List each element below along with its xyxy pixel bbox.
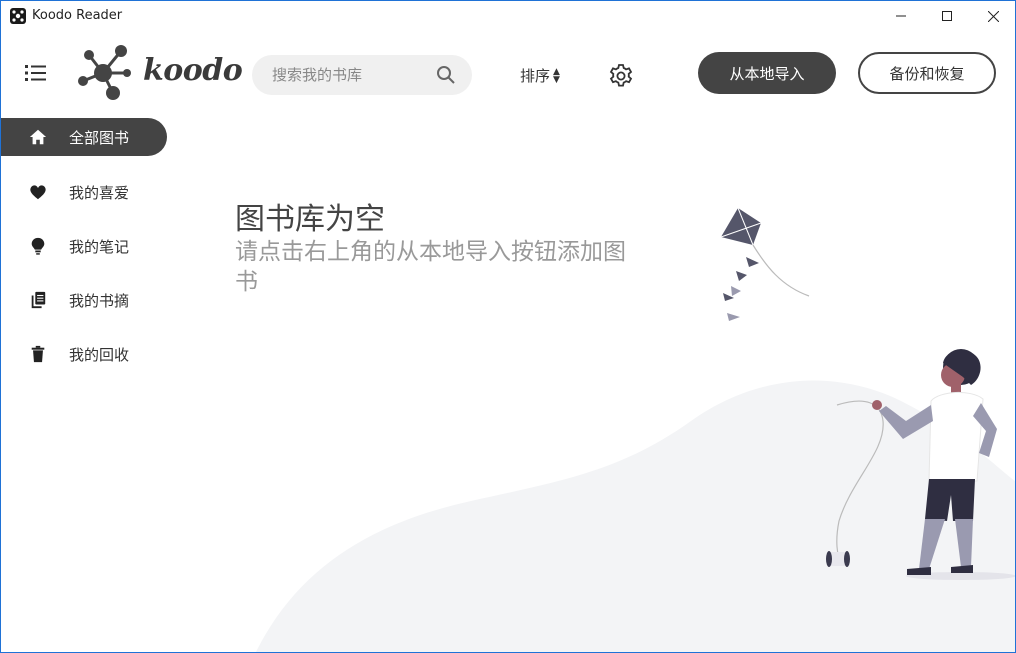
sidebar-item-favorites[interactable]: 我的喜爱	[1, 173, 167, 211]
sort-button[interactable]: 排序 ▲ ▼	[520, 65, 560, 86]
close-icon	[987, 10, 999, 22]
person-figure	[872, 349, 1015, 580]
logo-wordmark: koodo	[143, 53, 243, 88]
sidebar-item-trash[interactable]: 我的回收	[1, 335, 167, 373]
window-title: Koodo Reader	[32, 8, 123, 23]
maximize-button[interactable]	[924, 1, 970, 31]
spool-icon	[826, 551, 850, 567]
minimize-icon	[896, 15, 906, 17]
sidebar-item-notes[interactable]: 我的笔记	[1, 227, 167, 265]
trash-icon	[28, 344, 48, 364]
sidebar-item-label: 我的笔记	[69, 238, 130, 256]
lightbulb-icon	[28, 236, 48, 256]
minimize-button[interactable]	[878, 1, 924, 31]
import-from-local-button[interactable]: 从本地导入	[698, 52, 836, 94]
empty-library-hint: 请点击右上角的从本地导入按钮添加图书	[235, 239, 626, 295]
title-bar: Koodo Reader	[1, 1, 1015, 31]
sidebar-item-label: 我的喜爱	[69, 184, 130, 202]
search-icon[interactable]	[436, 65, 456, 85]
empty-library-title: 图书库为空	[235, 202, 385, 237]
sidebar-item-excerpts[interactable]: 我的书摘	[1, 281, 167, 319]
maximize-icon	[942, 11, 952, 21]
hill-shape	[256, 380, 1015, 652]
menu-icon[interactable]	[25, 63, 47, 83]
sidebar-item-label: 全部图书	[69, 129, 130, 147]
sidebar-item-label: 我的回收	[69, 346, 130, 364]
search-box[interactable]	[252, 55, 472, 95]
app-window: Koodo Reader koodo 搜索我的书库 排序 ▲ ▼ 从本地导入 备…	[0, 0, 1016, 653]
kite-icon	[720, 207, 810, 321]
gear-icon[interactable]	[608, 63, 634, 89]
home-icon	[28, 127, 48, 147]
close-button[interactable]	[970, 1, 1015, 31]
sidebar-item-all-books[interactable]: 全部图书	[1, 118, 167, 156]
heart-icon	[28, 182, 48, 202]
empty-library-illustration	[256, 207, 1015, 652]
sidebar-item-label: 我的书摘	[69, 292, 130, 310]
search-input[interactable]	[272, 55, 432, 95]
sort-label: 排序	[520, 67, 551, 85]
koodo-logo-icon	[78, 45, 131, 100]
sort-arrows-icon: ▲ ▼	[553, 66, 560, 85]
backup-restore-button[interactable]: 备份和恢复	[858, 52, 996, 94]
app-logo-icon	[10, 8, 26, 24]
copy-icon	[28, 290, 48, 310]
